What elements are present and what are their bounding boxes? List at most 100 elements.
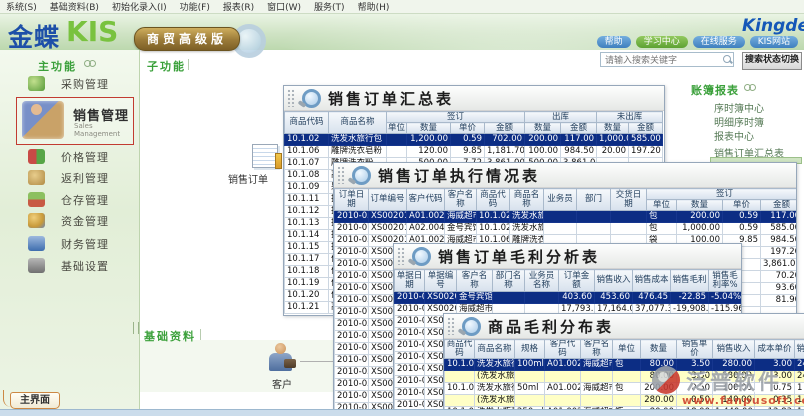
- column-header[interactable]: 金额: [629, 123, 663, 134]
- column-header[interactable]: 客户名称: [457, 270, 493, 292]
- column-header[interactable]: 销售收入: [595, 270, 633, 292]
- column-header[interactable]: 单位: [613, 340, 641, 359]
- column-header[interactable]: 销售单价: [677, 340, 713, 359]
- drag-grip[interactable]: [447, 317, 455, 335]
- sidebar-item-label: 资金管理: [61, 213, 109, 229]
- sidebar-item-inventory[interactable]: 仓存管理: [0, 189, 140, 210]
- sales-order-icon-label[interactable]: 销售订单: [228, 171, 268, 186]
- column-header[interactable]: 单据编号: [425, 270, 457, 292]
- sidebar-collapse-handle[interactable]: [133, 322, 139, 334]
- column-header[interactable]: 客户名称: [445, 189, 477, 211]
- search-input[interactable]: [600, 52, 734, 67]
- window-title-bar[interactable]: 商品毛利分布表: [444, 314, 804, 339]
- column-header[interactable]: 金额: [761, 200, 798, 211]
- drag-grip[interactable]: [397, 247, 405, 265]
- menu-item-system[interactable]: 系统(S): [6, 0, 37, 13]
- online-service-link[interactable]: 在线服务: [693, 36, 745, 48]
- main-screen-tab[interactable]: 主界面: [10, 392, 60, 409]
- menu-item-basedata[interactable]: 基础资料(B): [50, 0, 99, 13]
- sidebar-item-price[interactable]: 价格管理: [0, 146, 140, 167]
- ledger-report-panel: 账簿报表 序时簿中心 明细序时簿 报表中心 销售订单汇总表: [688, 75, 804, 165]
- column-header[interactable]: 签订: [647, 189, 798, 200]
- search-toggle-button[interactable]: 搜索状态切换: [742, 52, 802, 70]
- column-header[interactable]: 商品代码: [285, 112, 329, 134]
- column-header[interactable]: 客户名称: [581, 340, 613, 359]
- column-header[interactable]: 金额: [485, 123, 525, 134]
- column-header[interactable]: 销售毛利: [671, 270, 709, 292]
- table-cell: 93.60: [761, 283, 798, 295]
- sidebar-item-base-setup[interactable]: 基础设置: [0, 255, 140, 276]
- panel-link-journal-center[interactable]: 序时簿中心: [714, 100, 764, 115]
- help-link[interactable]: 帮助: [597, 36, 631, 48]
- column-header[interactable]: 部门名称: [493, 270, 525, 292]
- menu-item-report[interactable]: 报表(R): [223, 0, 254, 13]
- window-title-bar[interactable]: 销售订单汇总表: [284, 86, 664, 111]
- column-header[interactable]: 单据日期: [395, 270, 425, 292]
- column-header[interactable]: 订单日期: [335, 189, 369, 211]
- column-header[interactable]: 客户代码: [407, 189, 445, 211]
- sidebar-item-finance[interactable]: 财务管理: [0, 233, 140, 254]
- column-header[interactable]: 数量: [525, 123, 561, 134]
- column-header[interactable]: 规格: [515, 340, 545, 359]
- sidebar-item-rebate[interactable]: 返利管理: [0, 167, 140, 188]
- learning-center-link[interactable]: 学习中心: [636, 36, 688, 48]
- column-header[interactable]: 销售成本: [633, 270, 671, 292]
- column-header[interactable]: 数量: [597, 123, 629, 134]
- window-title: 销售订单毛利分析表: [438, 246, 600, 267]
- column-header[interactable]: 商品代码: [445, 340, 475, 359]
- column-header[interactable]: 商品名称: [475, 340, 515, 359]
- sidebar-item-purchase[interactable]: 采购管理: [0, 73, 140, 94]
- panel-link-detail-journal[interactable]: 明细序时簿: [714, 114, 764, 129]
- table-row[interactable]: 2010-06-0XS0020100金号宾馆403.60453.60476.45…: [395, 292, 742, 304]
- column-header[interactable]: 签订: [387, 112, 525, 123]
- column-header[interactable]: 商品名称: [329, 112, 387, 134]
- column-header[interactable]: 成本单价: [755, 340, 795, 359]
- menu-item-window[interactable]: 窗口(W): [267, 0, 301, 13]
- column-header[interactable]: 客户代码: [545, 340, 581, 359]
- column-header[interactable]: 单位: [647, 200, 677, 211]
- kis-website-link[interactable]: KIS网站: [750, 36, 798, 48]
- column-header[interactable]: 部门: [577, 189, 611, 211]
- column-header[interactable]: 销售成本: [795, 340, 804, 359]
- table-cell: 117.00: [561, 134, 597, 146]
- table-row[interactable]: 2010-05-0XS0020100A01.002海威超市10.1.02洗发水旅…: [335, 211, 798, 223]
- drag-grip[interactable]: [337, 166, 345, 184]
- table-cell: 2010-06-0: [395, 292, 425, 304]
- panel-link-report-center[interactable]: 报表中心: [714, 128, 754, 143]
- sidebar-item-sales[interactable]: 销售管理 Sales Management: [16, 97, 134, 145]
- column-header[interactable]: 商品代码: [477, 189, 510, 211]
- menu-item-help[interactable]: 帮助(H): [358, 0, 390, 13]
- column-header[interactable]: 数量: [641, 340, 677, 359]
- search-icon[interactable]: [723, 55, 731, 63]
- drag-grip[interactable]: [287, 89, 295, 107]
- menu-item-function[interactable]: 功能(F): [180, 0, 210, 13]
- menu-item-init-entry[interactable]: 初始化录入(I): [112, 0, 167, 13]
- column-header[interactable]: 数量: [677, 200, 723, 211]
- column-header[interactable]: 业务员: [544, 189, 577, 211]
- sidebar-item-capital[interactable]: 资金管理: [0, 210, 140, 231]
- customer-icon-label[interactable]: 客户: [272, 376, 292, 391]
- menu-item-service[interactable]: 服务(T): [314, 0, 345, 13]
- column-header[interactable]: 出库: [525, 112, 597, 123]
- column-header[interactable]: 商品名称: [510, 189, 544, 211]
- column-header[interactable]: 单价: [451, 123, 485, 134]
- column-header[interactable]: 交货日期: [611, 189, 647, 211]
- table-row[interactable]: 2010-07-0XS0020100A02.004金号宾馆10.1.02洗发水旅…: [335, 223, 798, 235]
- column-header[interactable]: 销售收入: [713, 340, 755, 359]
- column-header[interactable]: 销售毛利率%: [709, 270, 742, 292]
- column-header[interactable]: 未出库: [597, 112, 663, 123]
- window-title-bar[interactable]: 销售订单毛利分析表: [394, 244, 741, 269]
- table-cell: 10.1.13: [285, 218, 329, 230]
- column-header[interactable]: 单位: [387, 123, 407, 134]
- column-header[interactable]: 订单金额: [559, 270, 595, 292]
- table-row[interactable]: 10.1.02洗发水旅行包1,200.000.59702.00200.00117…: [285, 134, 663, 146]
- window-title-bar[interactable]: 销售订单执行情况表: [334, 163, 796, 188]
- column-header[interactable]: 金额: [561, 123, 597, 134]
- customer-icon[interactable]: [266, 343, 296, 373]
- column-header[interactable]: 业务员名称: [525, 270, 559, 292]
- column-header[interactable]: 单价: [723, 200, 761, 211]
- sales-order-icon[interactable]: [252, 144, 278, 168]
- column-header[interactable]: 订单编号: [369, 189, 407, 211]
- table-row[interactable]: 10.1.06雕牌洗衣皂粉120.009.851,181.70100.00984…: [285, 146, 663, 158]
- column-header[interactable]: 数量: [407, 123, 451, 134]
